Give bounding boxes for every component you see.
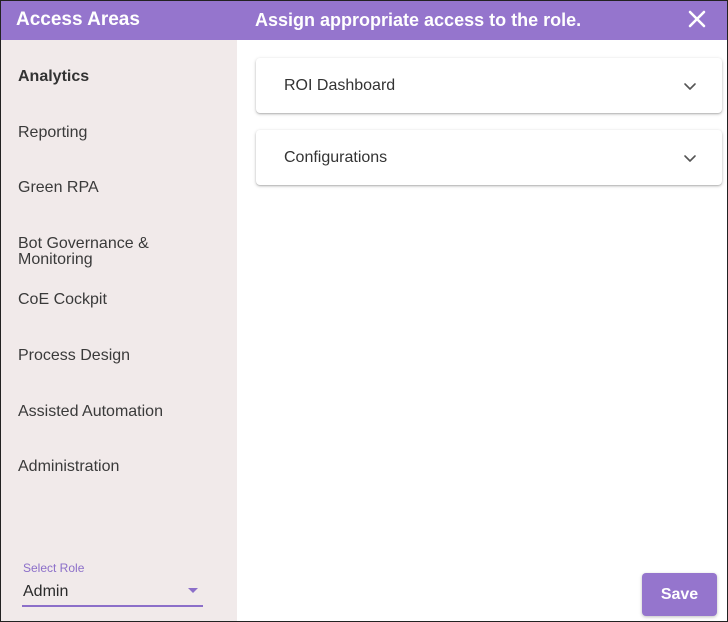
sidebar-item-analytics[interactable]: Analytics [18,69,218,85]
sidebar-item-bot-governance[interactable]: Bot Governance & Monitoring [18,236,218,268]
access-areas-dialog: Access Areas Assign appropriate access t… [0,0,728,622]
dialog-header: Access Areas Assign appropriate access t… [1,1,727,40]
close-icon [688,10,706,28]
panel-configurations[interactable]: Configurations [256,130,722,185]
role-select-underline [22,605,203,607]
dialog-title: Assign appropriate access to the role. [255,10,582,30]
access-areas-sidebar: Analytics Reporting Green RPA Bot Govern… [1,40,237,621]
panel-roi-dashboard[interactable]: ROI Dashboard [256,58,722,113]
save-button[interactable]: Save [642,573,717,616]
role-select-label: Select Role [23,561,85,575]
role-select-value: Admin [23,583,69,600]
panel-label: Configurations [284,149,388,166]
panel-label: ROI Dashboard [284,77,396,94]
sidebar-item-administration[interactable]: Administration [18,459,218,475]
sidebar-item-reporting[interactable]: Reporting [18,125,218,141]
sidebar-item-green-rpa[interactable]: Green RPA [18,180,218,196]
close-button[interactable] [685,7,709,31]
access-panel-area: ROI Dashboard Configurations Save [237,40,727,621]
sidebar-item-assisted-automation[interactable]: Assisted Automation [18,404,218,420]
chevron-down-icon [683,154,697,163]
access-areas-title: Access Areas [16,9,140,30]
role-select[interactable]: Select Role Admin [22,560,203,608]
chevron-down-icon [683,82,697,91]
dropdown-arrow-icon [188,588,198,593]
sidebar-item-coe-cockpit[interactable]: CoE Cockpit [18,292,218,308]
sidebar-item-process-design[interactable]: Process Design [18,348,218,364]
